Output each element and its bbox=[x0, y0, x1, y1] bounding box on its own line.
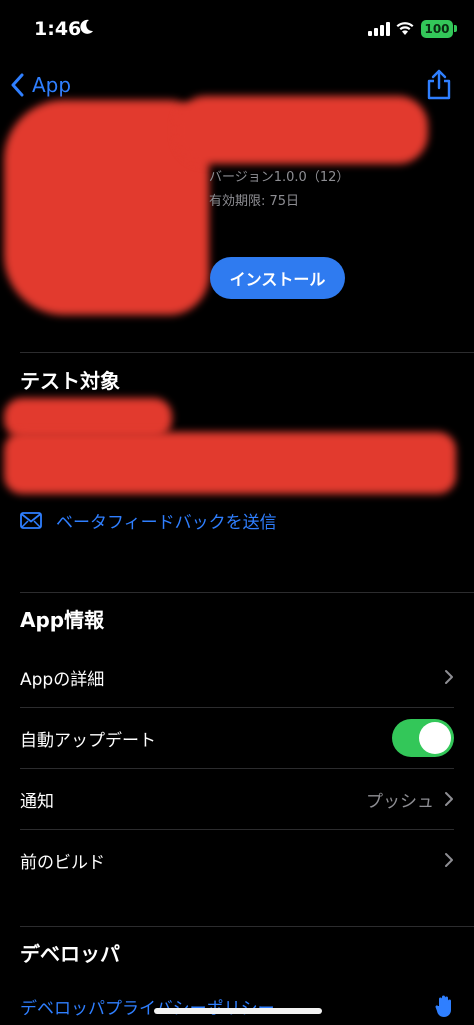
redacted-app-name bbox=[176, 96, 428, 164]
row-label: 通知 bbox=[20, 791, 54, 812]
toggle-knob bbox=[419, 722, 451, 754]
divider bbox=[20, 352, 474, 353]
developer-section-title: デベロッパ bbox=[20, 942, 120, 966]
moon-icon bbox=[80, 19, 93, 34]
divider bbox=[20, 592, 474, 593]
envelope-icon bbox=[20, 512, 42, 529]
previous-builds-row[interactable]: 前のビルド bbox=[20, 830, 454, 890]
send-feedback-link[interactable]: ベータフィードバックを送信 bbox=[20, 508, 277, 533]
status-time: 1:46 bbox=[34, 18, 82, 40]
app-version: バージョン1.0.0（12） bbox=[209, 170, 350, 185]
app-expiry: 有効期限: 75日 bbox=[209, 194, 300, 209]
app-details-row[interactable]: Appの詳細 bbox=[20, 647, 454, 707]
row-label: 自動アップデート bbox=[20, 730, 156, 751]
cellular-signal-icon bbox=[368, 22, 390, 36]
share-icon[interactable] bbox=[424, 68, 454, 100]
chevron-right-icon bbox=[445, 792, 453, 806]
chevron-left-icon bbox=[11, 73, 24, 97]
notifications-row[interactable]: 通知 プッシュ bbox=[20, 769, 454, 829]
hand-raised-icon[interactable] bbox=[434, 994, 454, 1018]
back-button[interactable]: App bbox=[10, 70, 71, 100]
feedback-label: ベータフィードバックを送信 bbox=[56, 513, 277, 533]
developer-privacy-policy-link[interactable]: デベロッパプライバシーポリシー bbox=[20, 994, 275, 1019]
row-value: プッシュ bbox=[366, 791, 434, 812]
chevron-right-icon bbox=[445, 670, 453, 684]
row-label: Appの詳細 bbox=[20, 669, 105, 690]
app-info-section-title: App情報 bbox=[20, 608, 105, 632]
divider bbox=[20, 926, 474, 927]
back-label: App bbox=[32, 73, 72, 97]
battery-indicator: 100 bbox=[421, 20, 453, 38]
battery-nub bbox=[454, 25, 457, 32]
auto-update-toggle[interactable] bbox=[392, 719, 454, 757]
auto-update-row: 自動アップデート bbox=[20, 708, 454, 768]
redacted-test-notes-2 bbox=[4, 432, 456, 494]
install-button[interactable]: インストール bbox=[210, 257, 345, 299]
status-bar: 1:46 100 bbox=[0, 0, 474, 60]
chevron-right-icon bbox=[445, 853, 453, 867]
testing-section-title: テスト対象 bbox=[20, 369, 120, 393]
row-label: 前のビルド bbox=[20, 852, 105, 873]
home-indicator bbox=[154, 1008, 322, 1014]
wifi-icon bbox=[396, 22, 414, 35]
